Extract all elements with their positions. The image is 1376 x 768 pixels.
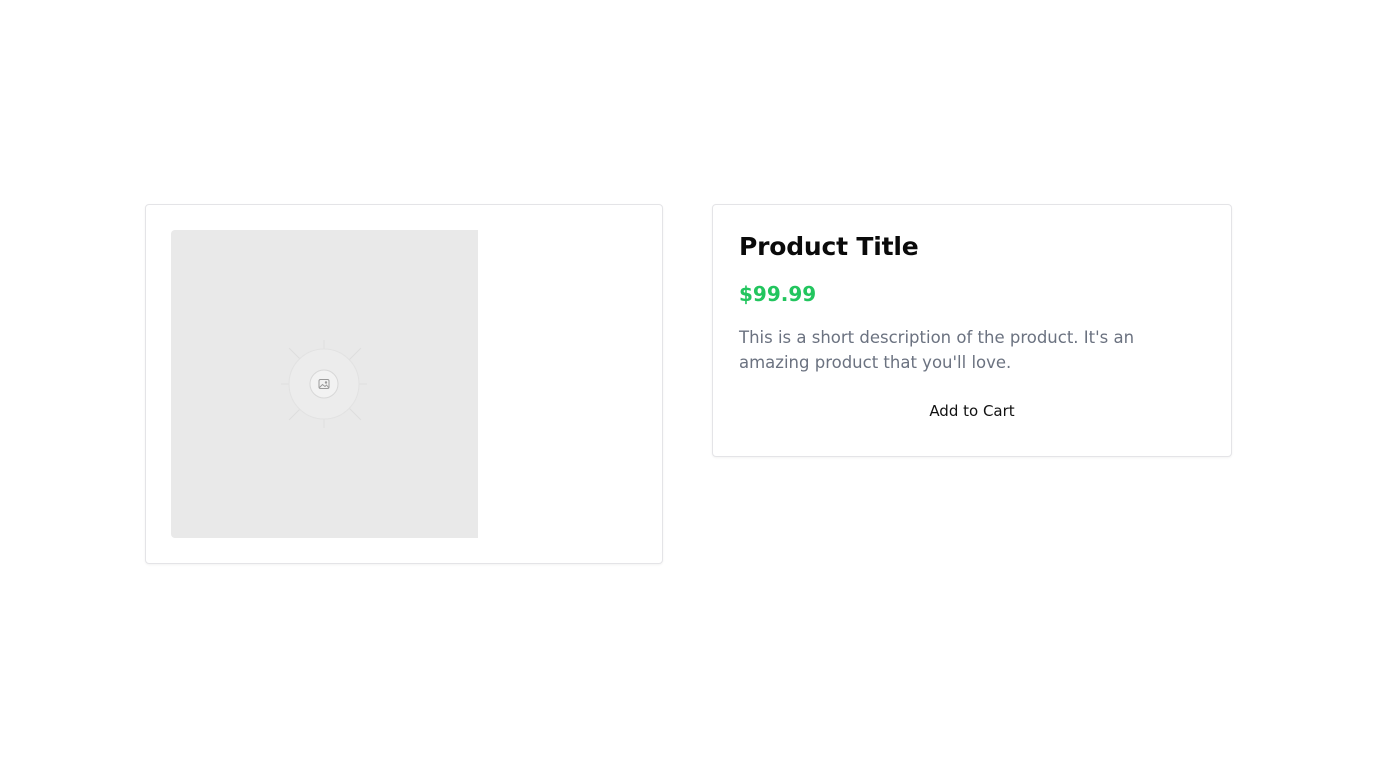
product-title: Product Title	[739, 232, 919, 261]
product-description: This is a short description of the produ…	[739, 328, 1135, 372]
add-to-cart-button[interactable]: Add to Cart	[739, 399, 1205, 423]
image-placeholder-icon	[281, 340, 367, 428]
product-image-card	[145, 204, 663, 564]
product-page: Product Title $99.99 This is a short des…	[0, 0, 1376, 768]
product-price: $99.99	[739, 282, 817, 306]
product-image	[171, 230, 478, 538]
product-info-card: Product Title $99.99 This is a short des…	[712, 204, 1232, 457]
